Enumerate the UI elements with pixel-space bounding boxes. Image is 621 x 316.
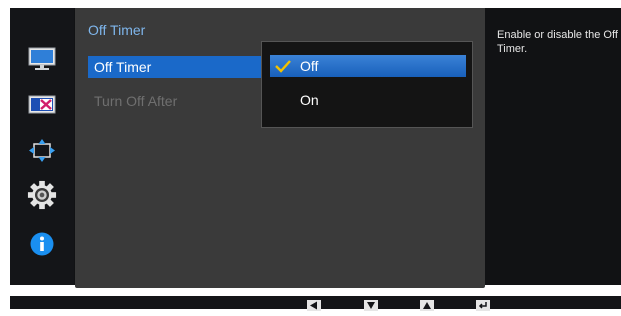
option-label: On <box>300 92 319 108</box>
osd-sidebar <box>10 8 74 285</box>
screen-size-icon[interactable] <box>27 136 57 166</box>
monitor-icon[interactable] <box>27 44 57 74</box>
help-panel: Enable or disable the Off Timer. <box>488 8 621 285</box>
option-off[interactable]: Off <box>270 55 466 77</box>
help-text: Enable or disable the Off Timer. <box>497 29 618 55</box>
option-label: Off <box>300 58 319 74</box>
settings-gear-icon[interactable] <box>27 180 57 210</box>
checkmark-icon <box>274 58 292 80</box>
left-arrow-icon <box>306 298 322 311</box>
enter-icon <box>475 298 491 311</box>
info-icon[interactable] <box>27 229 57 259</box>
up-arrow-icon <box>419 298 435 311</box>
color-icon[interactable] <box>27 90 57 120</box>
button-guide-bar <box>10 296 621 311</box>
down-arrow-icon <box>363 298 379 311</box>
panel-title: Off Timer <box>88 22 146 38</box>
option-dropdown: Off On <box>261 41 473 128</box>
option-on[interactable]: On <box>270 89 466 111</box>
